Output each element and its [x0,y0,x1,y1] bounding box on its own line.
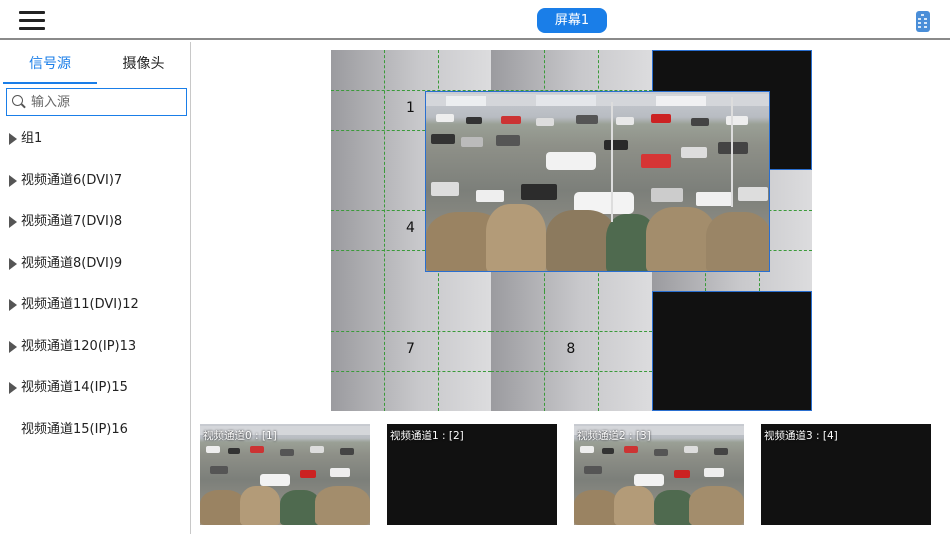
tree-item-channel-6[interactable]: 视频通道6(DVI)7 [0,160,190,202]
tree-item-channel-11[interactable]: 视频通道11(DVI)12 [0,284,190,326]
channel-thumbnail-1[interactable]: 视频通道1 : [2] [387,424,557,525]
tree-item-label: 视频通道8(DVI)9 [21,255,123,271]
source-search-input[interactable] [31,91,181,113]
cell-number: 4 [406,220,415,237]
tree-item-channel-15[interactable]: 视频通道15(IP)16 [0,409,190,451]
tree-item-group-1[interactable]: 组1 [0,118,190,160]
screen-selector-button[interactable]: 屏幕1 [537,8,607,33]
source-tree: 组1 视频通道6(DVI)7 视频通道7(DVI)8 视频通道8(DVI)9 视… [0,118,190,450]
caret-right-icon[interactable] [9,174,17,187]
channel-thumbnail-0[interactable]: 视频通道0 : [1] [200,424,370,525]
tree-item-channel-8[interactable]: 视频通道8(DVI)9 [0,243,190,285]
camera-feed-image [426,92,769,271]
source-panel: 信号源 摄像头 组1 视频通道6(DVI)7 视频通道7(DVI)8 视频通道8… [0,42,191,534]
thumbnail-label: 视频通道0 : [1] [203,430,277,442]
caret-right-icon[interactable] [9,340,17,353]
top-bar: 屏幕1 [0,0,950,40]
source-tabs: 信号源 摄像头 [0,42,190,84]
caret-right-icon[interactable] [9,133,17,145]
tree-item-label: 视频通道15(IP)16 [21,421,128,437]
tree-item-label: 视频通道14(IP)15 [21,380,128,395]
tab-signal-source[interactable]: 信号源 [3,42,97,84]
thumbnail-label: 视频通道3 : [4] [764,430,838,442]
tree-item-label: 视频通道7(DVI)8 [21,214,123,229]
channel-thumbnail-3[interactable]: 视频通道3 : [4] [761,424,931,525]
thumbnail-label: 视频通道1 : [2] [390,430,464,442]
caret-right-icon[interactable] [9,257,17,270]
tree-item-label: 视频通道11(DVI)12 [21,297,139,312]
cell-number: 1 [406,100,415,116]
wall-cell-7[interactable]: 7 [331,290,492,411]
cell-number: 8 [566,340,576,357]
tree-item-label: 视频通道120(IP)13 [21,338,137,354]
tree-item-label: 视频通道6(DVI)7 [21,172,123,188]
tree-item-label: 组1 [21,131,43,146]
tab-camera[interactable]: 摄像头 [97,42,190,84]
tree-item-channel-120[interactable]: 视频通道120(IP)13 [0,326,190,368]
tree-item-channel-14[interactable]: 视频通道14(IP)15 [0,367,190,409]
thumbnail-label: 视频通道2 : [3] [577,430,651,442]
caret-right-icon[interactable] [9,382,17,394]
video-window[interactable] [425,91,770,272]
cell-number: 7 [406,340,415,357]
caret-right-icon[interactable] [9,299,17,311]
caret-right-icon[interactable] [9,216,17,228]
channel-thumbnail-2[interactable]: 视频通道2 : [3] [574,424,744,525]
tree-item-channel-7[interactable]: 视频通道7(DVI)8 [0,201,190,243]
search-icon [12,95,25,108]
wall-cell-9[interactable] [651,290,812,411]
hamburger-menu-icon[interactable] [19,11,45,31]
remote-control-icon[interactable] [916,11,930,32]
wall-cell-8[interactable]: 8 [491,290,652,411]
source-search-box[interactable] [6,88,187,116]
